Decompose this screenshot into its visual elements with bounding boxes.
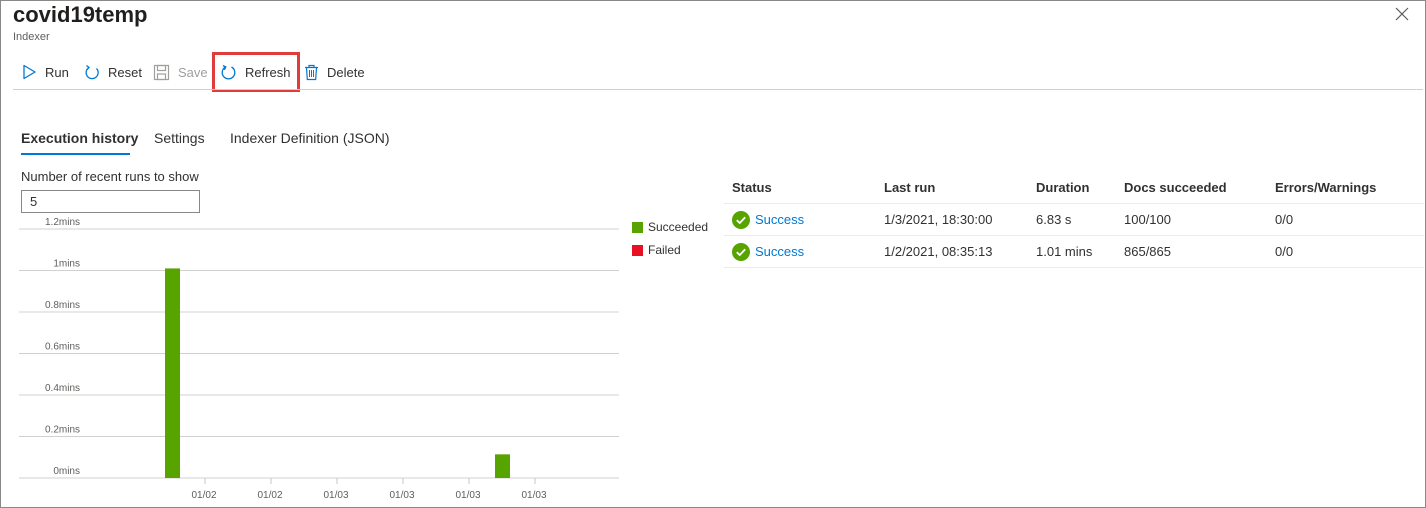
status-cell: Success: [732, 204, 804, 236]
table-header-row: Status Last run Duration Docs succeeded …: [724, 172, 1424, 204]
y-tick-label: 0.4mins: [45, 383, 80, 394]
x-tick-label: 01/03: [455, 490, 480, 501]
y-tick-label: 1mins: [53, 259, 80, 270]
legend-item-failed: Failed: [632, 243, 681, 257]
last-run-cell: 1/2/2021, 08:35:13: [884, 244, 993, 259]
x-tick-label: 01/03: [521, 490, 546, 501]
run-button[interactable]: Run: [21, 58, 69, 86]
errors-warnings-cell: 0/0: [1275, 244, 1294, 259]
status-link[interactable]: Success: [755, 204, 804, 236]
active-tab-indicator: [21, 153, 130, 155]
table-row[interactable]: Success 1/3/2021, 18:30:00 6.83 s 100/10…: [724, 204, 1424, 236]
reset-label: Reset: [108, 64, 142, 80]
y-tick-label: 1.2mins: [45, 217, 80, 228]
column-header-status[interactable]: Status: [732, 172, 772, 204]
x-tick-label: 01/03: [323, 490, 348, 501]
legend-label-succeeded: Succeeded: [648, 220, 709, 234]
delete-button[interactable]: Delete: [304, 58, 365, 86]
save-label: Save: [178, 64, 208, 80]
success-check-icon: [732, 211, 750, 229]
column-header-errors-warnings[interactable]: Errors/Warnings: [1275, 172, 1376, 204]
refresh-highlight-box: [212, 52, 300, 92]
trash-icon: [305, 64, 318, 80]
bar-succeeded[interactable]: [495, 454, 510, 478]
y-tick-label: 0.2mins: [45, 425, 80, 436]
page-subtitle: Indexer: [13, 31, 50, 43]
tab-indexer-definition[interactable]: Indexer Definition (JSON): [230, 130, 390, 146]
close-button[interactable]: [1392, 4, 1412, 24]
close-icon: [1395, 7, 1409, 21]
x-tick-label: 01/02: [191, 490, 216, 501]
save-icon: [153, 64, 170, 80]
run-label: Run: [45, 64, 69, 80]
page-title: covid19temp: [13, 2, 148, 27]
duration-cell: 6.83 s: [1036, 212, 1072, 227]
reset-button[interactable]: Reset: [84, 58, 142, 86]
runs-count-label: Number of recent runs to show: [21, 169, 199, 184]
runs-count-input[interactable]: [21, 190, 200, 213]
docs-succeeded-cell: 865/865: [1124, 244, 1171, 259]
y-tick-label: 0.8mins: [45, 300, 80, 311]
tab-settings[interactable]: Settings: [154, 130, 205, 146]
legend-swatch-failed: [632, 244, 643, 256]
x-tick-label: 01/03: [389, 490, 414, 501]
status-cell: Success: [732, 236, 804, 268]
table-row[interactable]: Success 1/2/2021, 08:35:13 1.01 mins 865…: [724, 236, 1424, 268]
toolbar-divider: [13, 89, 1423, 90]
play-icon: [23, 64, 36, 80]
column-header-duration[interactable]: Duration: [1036, 172, 1089, 204]
y-tick-label: 0mins: [53, 466, 80, 477]
legend-label-failed: Failed: [648, 243, 681, 257]
tab-execution-history[interactable]: Execution history: [21, 130, 138, 146]
docs-succeeded-cell: 100/100: [1124, 212, 1171, 227]
errors-warnings-cell: 0/0: [1275, 212, 1294, 227]
execution-history-chart: 1.2mins 1mins 0.8mins 0.6mins 0.4mins 0.2mins…: [19, 217, 619, 501]
success-check-icon: [732, 243, 750, 261]
y-tick-label: 0.6mins: [45, 342, 80, 353]
reset-icon: [85, 64, 99, 80]
save-button[interactable]: Save: [153, 58, 208, 86]
legend-swatch-succeeded: [632, 221, 643, 233]
duration-cell: 1.01 mins: [1036, 244, 1093, 259]
legend-item-succeeded: Succeeded: [632, 220, 708, 234]
column-header-last-run[interactable]: Last run: [884, 172, 935, 204]
status-link[interactable]: Success: [755, 236, 804, 268]
last-run-cell: 1/3/2021, 18:30:00: [884, 212, 993, 227]
x-tick-label: 01/02: [257, 490, 282, 501]
delete-label: Delete: [327, 64, 365, 80]
bar-succeeded[interactable]: [165, 268, 180, 478]
column-header-docs-succeeded[interactable]: Docs succeeded: [1124, 172, 1227, 204]
